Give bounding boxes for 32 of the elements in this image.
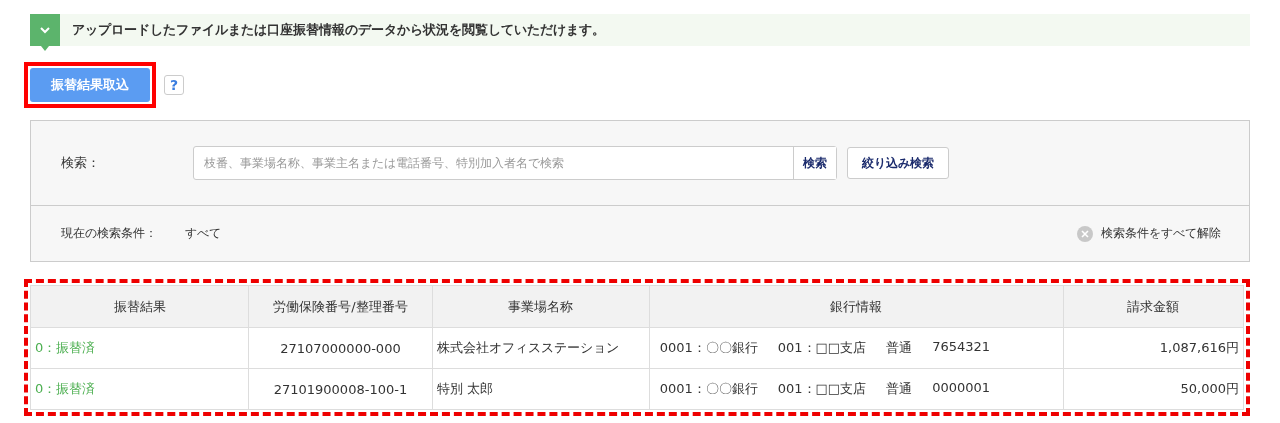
clear-conditions-link[interactable]: 検索条件をすべて解除 xyxy=(1077,225,1221,242)
search-field[interactable]: 枝番、事業場名称、事業主名または電話番号、特別加入者名で検索 検索 xyxy=(193,146,837,180)
notice-text: アップロードしたファイルまたは口座振替情報のデータから状況を閲覧していただけます。 xyxy=(72,21,605,39)
bank-info-text: 0000001 xyxy=(932,380,991,397)
table-cell: 1,087,616円 xyxy=(1063,327,1244,369)
bank-info-text: 0001：〇〇銀行 xyxy=(659,339,758,357)
bank-info-text: 7654321 xyxy=(932,339,991,356)
chevron-down-icon xyxy=(30,14,60,52)
column-header: 労働保険番号/整理番号 xyxy=(248,285,433,328)
table-cell: 27101900008-100-1 xyxy=(248,368,433,410)
search-button[interactable]: 検索 xyxy=(793,147,836,179)
conditions-label: 現在の検索条件： xyxy=(61,225,157,242)
bank-info-text: 001：□□支店 xyxy=(777,339,867,357)
column-header: 事業場名称 xyxy=(432,285,650,328)
bank-info-text: 普通 xyxy=(886,339,913,357)
table-cell: 特別 太郎 xyxy=(432,368,650,410)
table-cell: 50,000円 xyxy=(1063,368,1244,410)
column-header: 振替結果 xyxy=(30,285,249,328)
conditions-value: すべて xyxy=(185,225,221,242)
table-cell: 0：振替済 xyxy=(30,327,249,369)
bank-info-text: 普通 xyxy=(886,380,913,398)
clear-icon xyxy=(1077,225,1093,242)
column-header: 銀行情報 xyxy=(649,285,1064,328)
help-button[interactable]: ? xyxy=(164,75,184,95)
column-header: 請求金額 xyxy=(1063,285,1244,328)
table-cell: 0：振替済 xyxy=(30,368,249,410)
search-label: 検索： xyxy=(61,154,101,172)
bank-info-text: 0001：〇〇銀行 xyxy=(659,380,758,398)
filter-search-button[interactable]: 絞り込み検索 xyxy=(847,147,949,179)
table-cell: 株式会社オフィスステーション xyxy=(432,327,650,369)
bank-info-text: 001：□□支店 xyxy=(777,380,867,398)
table-cell: 27107000000-000 xyxy=(248,327,433,369)
